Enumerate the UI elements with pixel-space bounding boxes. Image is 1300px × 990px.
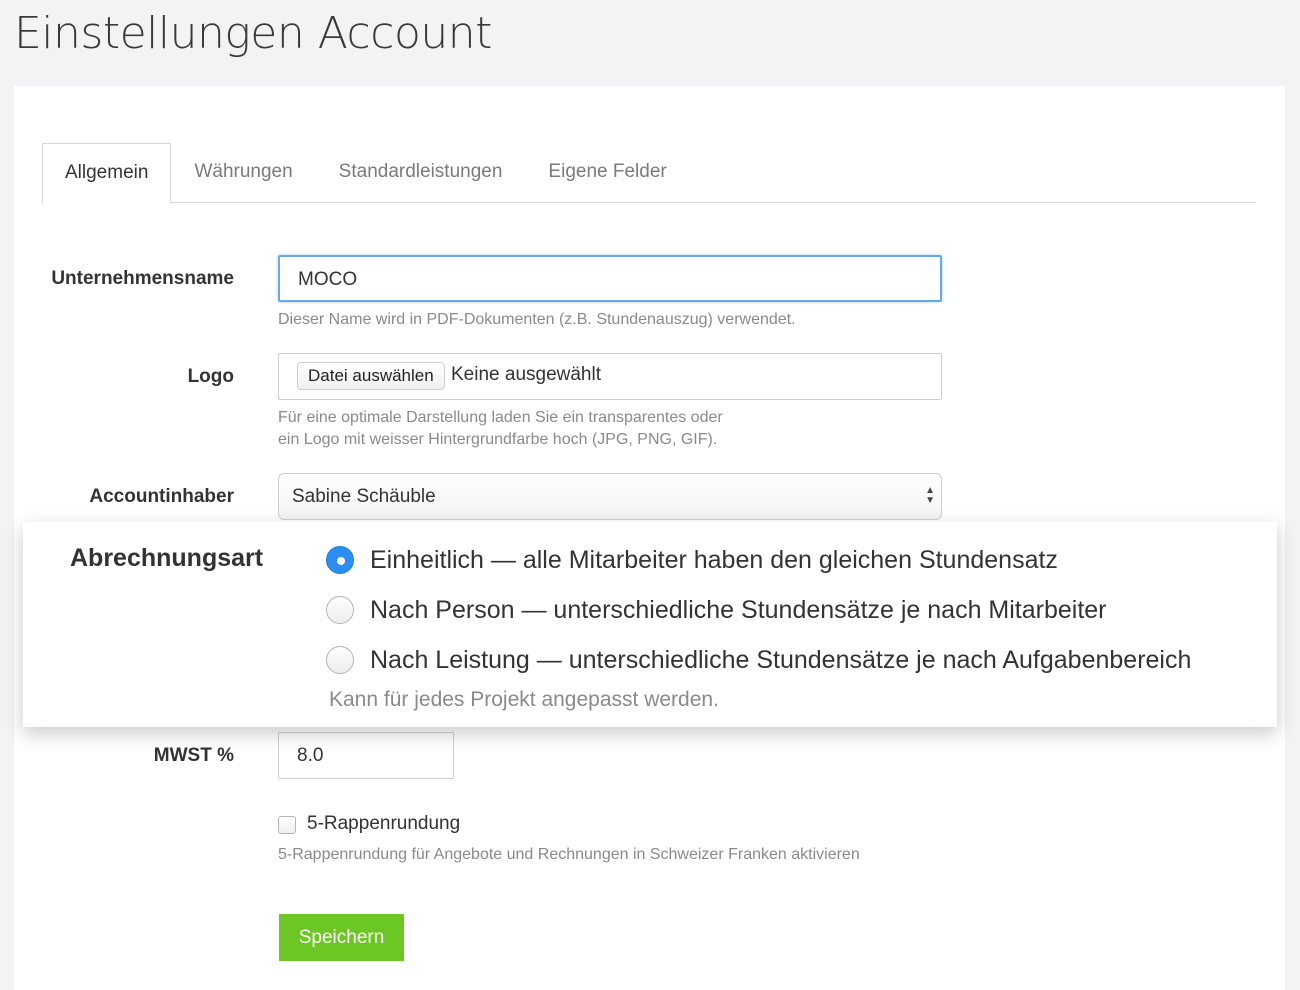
choose-file-button[interactable]: Datei auswählen — [297, 362, 445, 390]
billing-option-nach-person[interactable]: Nach Person — unterschiedliche Stundensä… — [326, 594, 1107, 626]
file-status: Keine ausgewählt — [451, 364, 601, 385]
radio-nach-person[interactable] — [326, 596, 354, 624]
rounding-label[interactable]: 5-Rappenrundung — [307, 813, 460, 835]
billing-type-label: Abrechnungsart — [70, 544, 264, 572]
tab-standardleistungen[interactable]: Standardleistungen — [316, 143, 526, 203]
radio-einheitlich[interactable] — [326, 546, 354, 574]
radio-label-nach-person: Nach Person — unterschiedliche Stundensä… — [370, 595, 1107, 624]
vat-value: 8.0 — [297, 745, 324, 766]
company-name-value: MOCO — [298, 269, 358, 290]
billing-option-nach-leistung[interactable]: Nach Leistung — unterschiedliche Stunden… — [326, 644, 1191, 676]
logo-file-input[interactable]: Datei auswählen Keine ausgewählt — [278, 353, 942, 400]
tab-waehrungen[interactable]: Währungen — [171, 143, 315, 203]
logo-label: Logo — [187, 366, 234, 387]
save-button[interactable]: Speichern — [279, 914, 404, 961]
billing-option-einheitlich[interactable]: Einheitlich — alle Mitarbeiter haben den… — [326, 544, 1058, 576]
account-owner-label: Accountinhaber — [89, 486, 234, 507]
vat-label: MWST % — [153, 745, 234, 766]
logo-help-line-1: Für eine optimale Darstellung laden Sie … — [278, 409, 723, 426]
radio-label-nach-leistung: Nach Leistung — unterschiedliche Stunden… — [370, 645, 1192, 674]
radio-label-einheitlich: Einheitlich — alle Mitarbeiter haben den… — [370, 545, 1058, 574]
rounding-help: 5-Rappenrundung für Angebote und Rechnun… — [278, 846, 860, 863]
tab-eigene-felder[interactable]: Eigene Felder — [525, 143, 689, 203]
company-name-help: Dieser Name wird in PDF-Dokumenten (z.B.… — [278, 311, 796, 328]
company-name-label: Unternehmensname — [51, 268, 234, 289]
select-arrows-icon: ▲ ▼ — [925, 485, 935, 506]
billing-type-help: Kann für jedes Projekt angepasst werden. — [329, 688, 719, 711]
page-title: Einstellungen Account — [14, 8, 492, 59]
billing-type-card: Abrechnungsart Einheitlich — alle Mitarb… — [23, 522, 1277, 727]
logo-help-line-2: ein Logo mit weisser Hintergrundfarbe ho… — [278, 431, 718, 448]
account-owner-select[interactable]: Sabine Schäuble ▲ ▼ — [278, 473, 942, 520]
vat-input[interactable]: 8.0 — [278, 732, 454, 779]
account-owner-value: Sabine Schäuble — [292, 486, 436, 507]
radio-nach-leistung[interactable] — [326, 646, 354, 674]
logo-help: Für eine optimale Darstellung laden Sie … — [278, 407, 723, 451]
tab-allgemein[interactable]: Allgemein — [42, 143, 172, 204]
company-name-input[interactable]: MOCO — [278, 255, 942, 302]
tab-bar: Allgemein Währungen Standardleistungen E… — [42, 143, 1256, 204]
rounding-checkbox[interactable] — [278, 816, 296, 834]
